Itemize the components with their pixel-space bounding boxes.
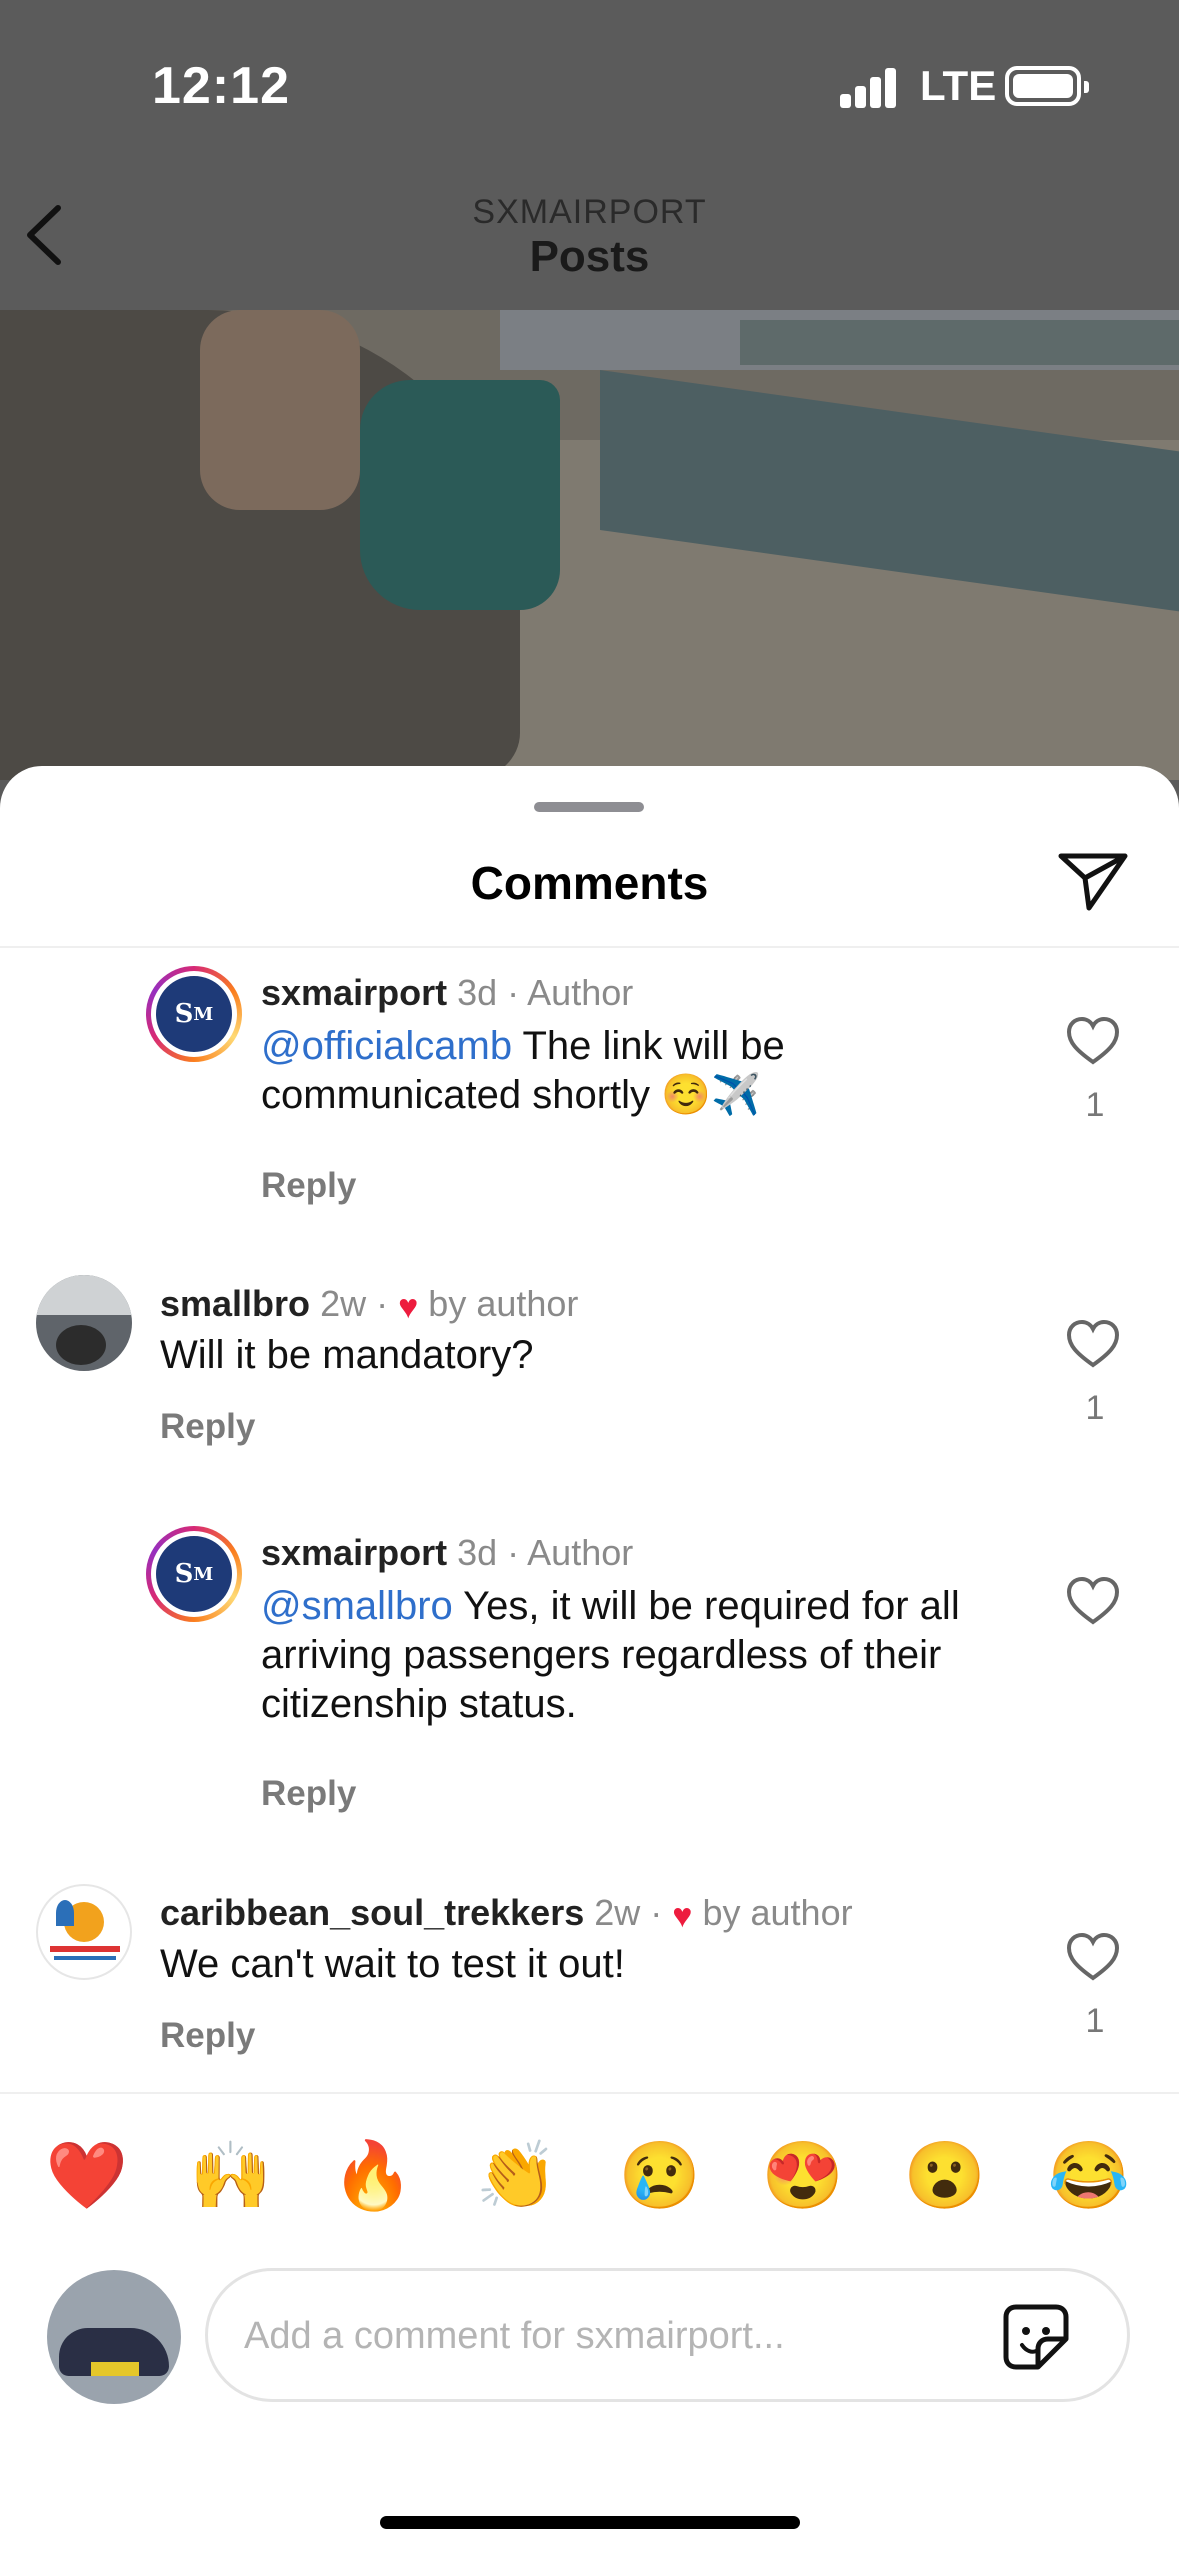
avatar[interactable]	[36, 1275, 132, 1371]
comment-age: 2w	[594, 1892, 641, 1933]
top-bar: 12:12 LTE SXMAIRPORT Posts	[0, 0, 1179, 310]
comment-username[interactable]: smallbro	[160, 1283, 310, 1324]
reply-button[interactable]: Reply	[160, 1407, 255, 1447]
comment-age: 3d	[457, 972, 498, 1013]
emoji-raised-hands-button[interactable]: 🙌	[186, 2130, 276, 2220]
comment-meta: sxmairport 3d · Author	[261, 1532, 634, 1573]
heart-icon	[1066, 1319, 1120, 1368]
divider	[0, 946, 1179, 948]
status-time: 12:12	[152, 57, 290, 115]
comment-meta: sxmairport 3d · Author	[261, 972, 634, 1013]
divider	[0, 2092, 1179, 2094]
like-button[interactable]	[1066, 1319, 1120, 1369]
current-user-avatar	[47, 2270, 181, 2404]
page-title: Posts	[529, 232, 650, 281]
paper-plane-icon	[1058, 853, 1128, 911]
emoji-fire-button[interactable]: 🔥	[328, 2130, 418, 2220]
sheet-grabber[interactable]	[534, 802, 644, 812]
emoji-surprised-button[interactable]: 😮	[900, 2130, 990, 2220]
comment-age: 3d	[457, 1532, 498, 1573]
comment-body: Will it be mandatory?	[160, 1333, 534, 1377]
reply-button[interactable]: Reply	[261, 1166, 356, 1206]
like-count: 1	[1085, 2002, 1105, 2040]
emoji-crying-button[interactable]: 😢	[615, 2130, 705, 2220]
comment-age: 2w	[320, 1283, 367, 1324]
comment-input[interactable]	[244, 2301, 984, 2371]
home-indicator	[380, 2516, 800, 2529]
comment-username[interactable]: sxmairport	[261, 972, 447, 1013]
mention-link[interactable]: @smallbro	[261, 1584, 453, 1628]
reply-button[interactable]: Reply	[160, 2016, 255, 2056]
network-label: LTE	[920, 62, 997, 109]
emoji-laughing-button[interactable]: 😂	[1044, 2130, 1134, 2220]
avatar[interactable]: SM	[146, 1526, 242, 1622]
post-photo	[0, 310, 1179, 780]
comment-text: @smallbro Yes, it will be required for a…	[261, 1582, 991, 1729]
reply-button[interactable]: Reply	[261, 1774, 356, 1814]
comment-username[interactable]: sxmairport	[261, 1532, 447, 1573]
mention-link[interactable]: @officialcamb	[261, 1024, 512, 1068]
signal-icon	[840, 66, 900, 108]
heart-icon: ♥	[672, 1897, 693, 1935]
avatar[interactable]	[36, 1884, 132, 1980]
like-count: 1	[1085, 1086, 1105, 1124]
comment-composer	[205, 2268, 1130, 2402]
liked-by-author-label: by author	[702, 1892, 853, 1933]
heart-icon: ♥	[398, 1288, 419, 1326]
comment-text: @officialcamb The link will be communica…	[261, 1022, 881, 1120]
emoji-clap-button[interactable]: 👏	[472, 2130, 562, 2220]
emoji-heart-button[interactable]: ❤️	[42, 2130, 132, 2220]
emoji-heart-eyes-button[interactable]: 😍	[758, 2130, 848, 2220]
author-badge: Author	[527, 1532, 634, 1573]
like-count: 1	[1085, 1389, 1105, 1427]
like-button[interactable]	[1066, 1576, 1120, 1626]
author-badge: Author	[527, 972, 634, 1013]
sticker-icon	[1003, 2304, 1069, 2370]
comment-meta: smallbro 2w · ♥ by author	[160, 1283, 579, 1326]
sheet-title: Comments	[470, 857, 709, 909]
like-button[interactable]	[1066, 1016, 1120, 1066]
battery-icon	[1005, 66, 1089, 106]
heart-icon	[1066, 1016, 1120, 1065]
heart-icon	[1066, 1932, 1120, 1981]
comment-username[interactable]: caribbean_soul_trekkers	[160, 1892, 584, 1933]
share-button[interactable]	[1055, 848, 1131, 914]
account-name: SXMAIRPORT	[472, 193, 707, 231]
heart-icon	[1066, 1576, 1120, 1625]
like-button[interactable]	[1066, 1932, 1120, 1982]
liked-by-author-label: by author	[428, 1283, 579, 1324]
emoji-bar: ❤️ 🙌 🔥 👏 😢 😍 😮 😂	[0, 2130, 1179, 2230]
comment-body: We can't wait to test it out!	[160, 1942, 625, 1986]
comment-meta: caribbean_soul_trekkers 2w · ♥ by author	[160, 1892, 853, 1935]
avatar[interactable]: SM	[146, 966, 242, 1062]
sticker-button[interactable]	[998, 2299, 1074, 2375]
